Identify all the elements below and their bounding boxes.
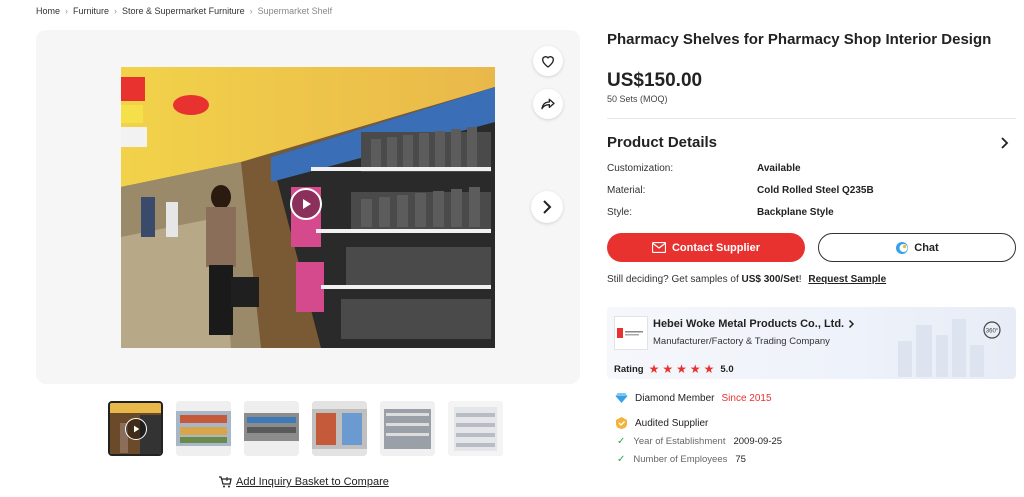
thumbnail-1[interactable] — [108, 401, 163, 456]
year-value: 2009-09-25 — [733, 436, 783, 447]
audited-supplier-label: Audited Supplier — [635, 417, 709, 429]
star-icon: ★ — [703, 362, 715, 376]
product-title: Pharmacy Shelves for Pharmacy Shop Inter… — [607, 31, 992, 48]
breadcrumb-home[interactable]: Home — [36, 6, 60, 16]
mail-icon — [651, 242, 666, 253]
view-360-button[interactable]: 360° — [982, 320, 1002, 340]
logo-icon — [617, 328, 643, 338]
request-sample-link[interactable]: Request Sample — [808, 274, 886, 285]
chat-icon — [896, 241, 909, 254]
diamond-member-label: Diamond Member — [635, 392, 715, 404]
year-label: Year of Establishment — [633, 436, 726, 447]
thumbnail-2[interactable] — [176, 401, 231, 456]
spec-value-style: Backplane Style — [757, 207, 834, 218]
diamond-member-row: Diamond Member Since 2015 — [615, 392, 772, 404]
chevron-right-icon — [1001, 137, 1009, 149]
star-icon: ★ — [676, 362, 687, 376]
contact-supplier-label: Contact Supplier — [671, 241, 760, 254]
thumbnail-4[interactable] — [312, 401, 367, 456]
play-video-button[interactable] — [290, 188, 322, 220]
chevron-right-icon — [543, 200, 552, 214]
product-price: US$150.00 — [607, 70, 703, 91]
play-icon — [124, 417, 147, 440]
thumbnail-3[interactable] — [244, 401, 299, 456]
spec-label-style: Style: — [607, 207, 633, 218]
chevron-right-icon: › — [249, 6, 253, 16]
spec-label-material: Material: — [607, 185, 646, 196]
spec-value-customization: Available — [757, 163, 801, 174]
city-skyline-decoration — [898, 319, 984, 377]
thumbnail-6[interactable] — [448, 401, 503, 456]
supplier-card: Hebei Woke Metal Products Co., Ltd. Manu… — [607, 307, 1016, 379]
thumbnail-5[interactable] — [380, 401, 435, 456]
check-icon: ✓ — [617, 454, 626, 465]
share-button[interactable] — [533, 89, 563, 119]
breadcrumb: Home › Furniture › Store & Supermarket F… — [36, 6, 332, 16]
product-details-expand[interactable] — [1000, 136, 1010, 155]
audited-badge-icon — [616, 417, 627, 429]
spec-label-customization: Customization: — [607, 163, 674, 174]
supplier-name: Hebei Woke Metal Products Co., Ltd. — [653, 318, 845, 330]
chevron-right-icon — [849, 319, 855, 329]
contact-supplier-button[interactable]: Contact Supplier — [607, 233, 805, 262]
supplier-name-link[interactable]: Hebei Woke Metal Products Co., Ltd. — [653, 318, 855, 330]
employees-label: Number of Employees — [633, 454, 728, 465]
chevron-right-icon: › — [114, 6, 118, 16]
chat-label: Chat — [914, 241, 939, 254]
svg-text:360°: 360° — [986, 329, 999, 335]
star-icon: ★ — [662, 362, 674, 376]
year-of-establishment-row: ✓ Year of Establishment 2009-09-25 — [617, 436, 782, 447]
divider — [607, 118, 1016, 119]
supplier-logo[interactable] — [614, 316, 648, 350]
product-details-heading[interactable]: Product Details — [607, 134, 717, 151]
star-icon: ★ — [689, 362, 701, 376]
supplier-rating: Rating ★ ★ ★ ★ ★ 5.0 — [614, 363, 734, 375]
breadcrumb-furniture[interactable]: Furniture — [73, 6, 109, 16]
cart-plus-icon — [219, 476, 232, 488]
sample-suffix: ! — [798, 274, 802, 285]
rotate-360-icon: 360° — [983, 321, 1001, 339]
play-icon — [303, 199, 311, 209]
check-icon: ✓ — [617, 436, 626, 447]
compare-label: Add Inquiry Basket to Compare — [236, 476, 389, 488]
sample-price: US$ 300/Set — [741, 274, 799, 285]
diamond-icon — [615, 393, 628, 403]
share-icon — [541, 98, 555, 110]
audited-supplier-row: Audited Supplier — [615, 417, 708, 429]
star-icon: ★ — [648, 362, 660, 376]
next-image-button[interactable] — [531, 191, 563, 223]
heart-icon — [541, 56, 555, 68]
thumbnail-strip — [108, 401, 503, 456]
spec-value-material: Cold Rolled Steel Q235B — [757, 185, 874, 196]
sample-prefix: Still deciding? Get samples of — [607, 274, 739, 285]
product-moq: 50 Sets (MOQ) — [607, 94, 668, 104]
diamond-member-since: Since 2015 — [721, 392, 772, 404]
breadcrumb-current[interactable]: Supermarket Shelf — [258, 6, 333, 16]
chevron-right-icon: › — [65, 6, 69, 16]
rating-label: Rating — [614, 363, 644, 375]
sample-prompt: Still deciding? Get samples of US$ 300/S… — [607, 274, 886, 285]
employees-value: 75 — [735, 454, 746, 465]
add-inquiry-basket-link[interactable]: Add Inquiry Basket to Compare — [218, 476, 389, 488]
supplier-type: Manufacturer/Factory & Trading Company — [653, 336, 830, 347]
chat-button[interactable]: Chat — [818, 233, 1016, 262]
employees-row: ✓ Number of Employees 75 — [617, 454, 746, 465]
breadcrumb-store-furniture[interactable]: Store & Supermarket Furniture — [122, 6, 245, 16]
favorite-button[interactable] — [533, 46, 563, 76]
rating-value: 5.0 — [720, 363, 734, 375]
